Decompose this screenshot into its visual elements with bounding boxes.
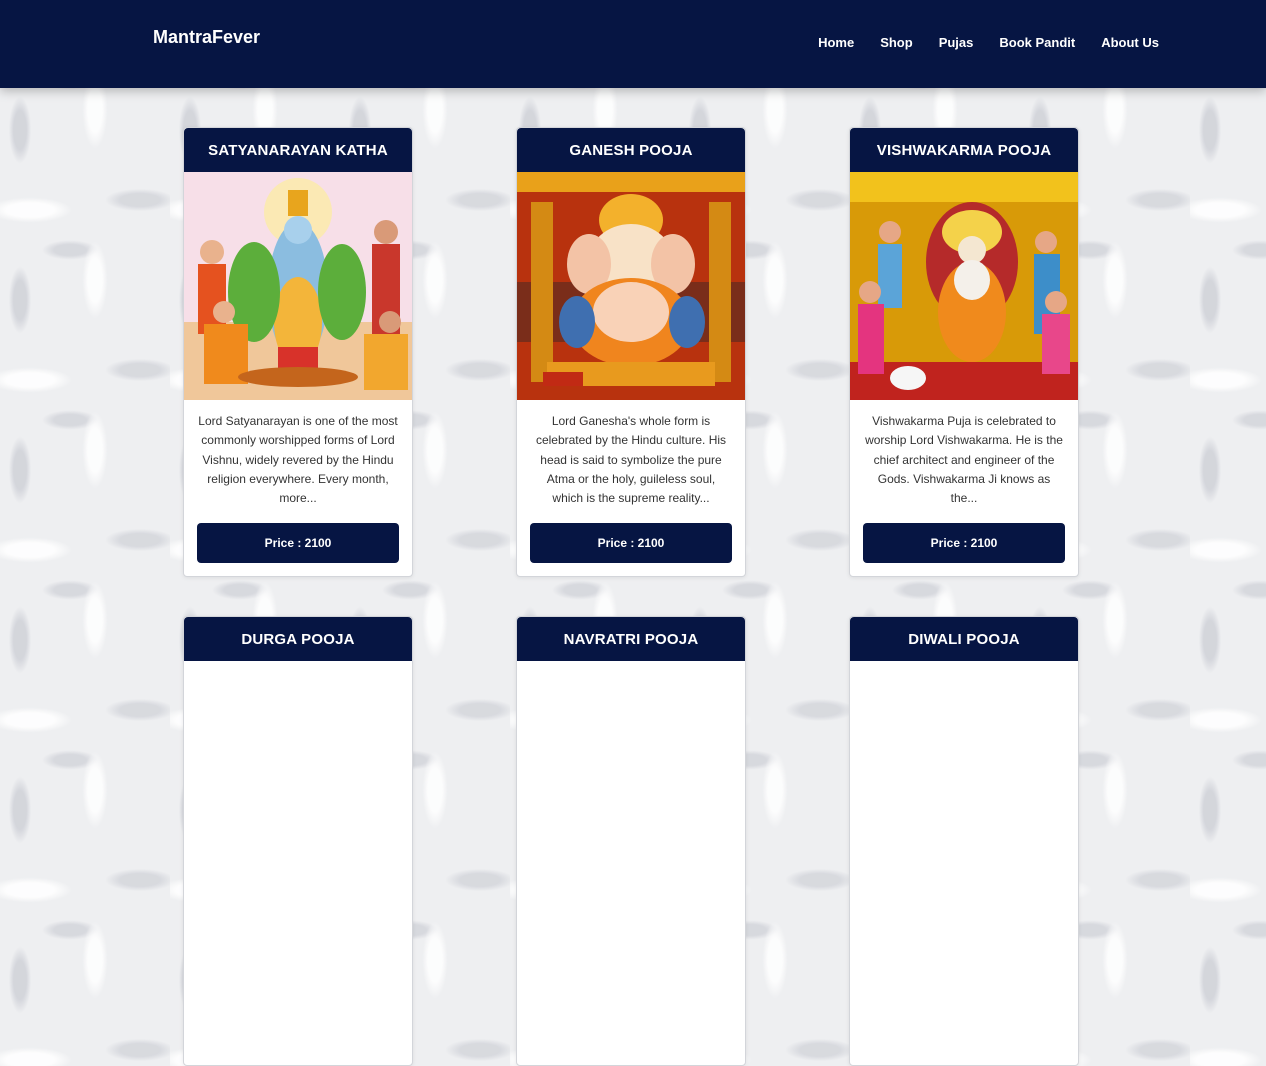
card-title[interactable]: DURGA POOJA <box>184 617 412 661</box>
card-title[interactable]: NAVRATRI POOJA <box>517 617 745 661</box>
nav-pujas[interactable]: Pujas <box>939 35 974 50</box>
price-button[interactable]: Price : 2100 <box>197 523 399 563</box>
price-button[interactable]: Price : 2100 <box>530 523 732 563</box>
nav-book-pandit[interactable]: Book Pandit <box>999 35 1075 50</box>
card-title[interactable]: SATYANARAYAN KATHA <box>184 128 412 172</box>
satyanarayan-image[interactable] <box>184 172 412 400</box>
nav-menu: Home Shop Pujas Book Pandit About Us <box>818 35 1159 50</box>
ganesh-image[interactable] <box>517 172 745 400</box>
puja-card-diwali[interactable]: DIWALI POOJA <box>849 616 1079 1066</box>
card-title[interactable]: GANESH POOJA <box>517 128 745 172</box>
navbar: MantraFever Home Shop Pujas Book Pandit … <box>0 0 1266 88</box>
puja-card-durga[interactable]: DURGA POOJA <box>183 616 413 1066</box>
nav-about-us[interactable]: About Us <box>1101 35 1159 50</box>
price-button[interactable]: Price : 2100 <box>863 523 1065 563</box>
card-description: Lord Satyanarayan is one of the most com… <box>198 414 398 506</box>
brand-logo[interactable]: MantraFever <box>153 27 260 48</box>
puja-card-ganesh[interactable]: GANESH POOJA Lord Ganesha's whole form i… <box>516 127 746 577</box>
card-title[interactable]: DIWALI POOJA <box>850 617 1078 661</box>
puja-card-navratri[interactable]: NAVRATRI POOJA <box>516 616 746 1066</box>
nav-home[interactable]: Home <box>818 35 854 50</box>
puja-card-vishwakarma[interactable]: VISHWAKARMA POOJA Vishwakarma Puja is ce… <box>849 127 1079 577</box>
card-title[interactable]: VISHWAKARMA POOJA <box>850 128 1078 172</box>
vishwakarma-image[interactable] <box>850 172 1078 400</box>
card-description: Vishwakarma Puja is celebrated to worshi… <box>865 414 1063 506</box>
card-description: Lord Ganesha's whole form is celebrated … <box>535 414 727 506</box>
puja-card-satyanarayan[interactable]: SATYANARAYAN KATHA Lord Satyanarayan is … <box>183 127 413 577</box>
nav-shop[interactable]: Shop <box>880 35 913 50</box>
